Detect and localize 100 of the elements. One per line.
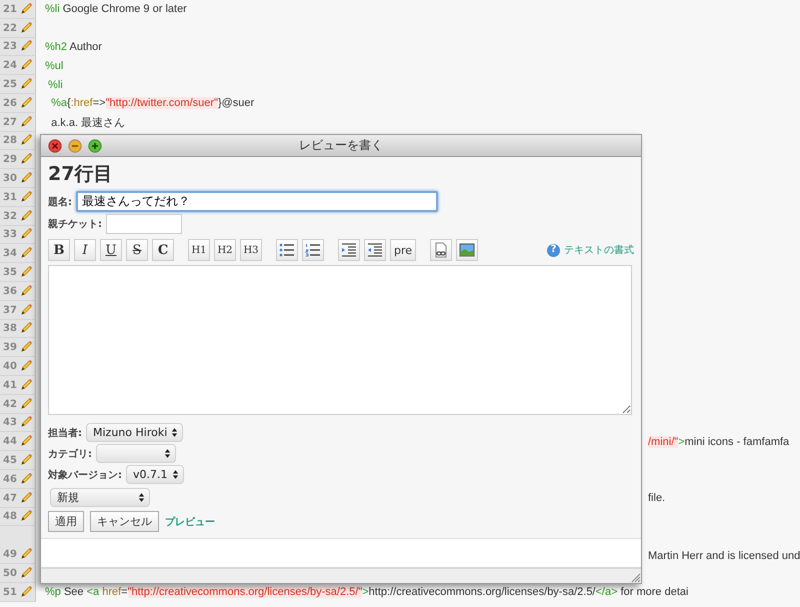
line-number: 50 [3,566,17,581]
dropdown[interactable]: Mizuno Hiroki [86,423,184,442]
line-number: 38 [3,322,17,336]
line-number: 32 [3,210,17,224]
line-number: 29 [3,153,17,168]
pencil-icon[interactable] [20,566,33,579]
pencil-icon[interactable] [20,208,33,222]
line-number: 36 [3,284,17,299]
dialog-heading: 27行目 [48,162,114,187]
apply-button[interactable]: 適用 [48,511,84,532]
field-label: 親チケット: [48,218,102,231]
pencil-icon[interactable] [20,321,33,334]
line-number: 35 [3,266,17,280]
line-number: 48 [3,510,17,524]
link-icon [433,242,449,258]
pre-button[interactable]: pre [390,239,416,261]
resize-grip-icon[interactable] [631,573,641,583]
pencil-icon[interactable] [20,227,33,240]
line-number: 25 [3,78,17,92]
line-number: 46 [3,472,17,487]
code-line: /mini/">mini icons - famfamfa [648,436,790,448]
format-button[interactable]: U [100,239,122,261]
field-label: 担当者: [48,426,82,440]
line-number: 22 [3,22,17,36]
line-number: 21 [3,2,17,17]
line-number: 31 [3,190,17,205]
code-line: %p See <a href="http://creativecommons.org/licenses/by-sa/2.5/">http://creativecommons.org/licenses/by-sa/2.5/</a> for more detai [45,586,688,598]
code-line: %ul [45,60,64,72]
dropdown[interactable]: v0.7.1 [126,465,184,484]
outdent-button[interactable] [364,239,386,261]
window-title: レビューを書く [299,137,383,154]
pencil-icon[interactable] [20,20,33,34]
pencil-icon[interactable] [20,114,33,128]
format-button[interactable]: C [152,239,174,261]
updown-arrows-icon [172,469,178,480]
bullet-list-icon [279,243,295,257]
line-number: 37 [3,304,17,318]
line-number: 28 [3,134,17,148]
pencil-icon[interactable] [20,358,33,372]
numbered-list-button[interactable] [302,239,324,261]
minimize-icon[interactable] [68,138,82,152]
updown-arrows-icon [171,427,178,438]
pencil-icon[interactable] [20,76,33,90]
pencil-icon[interactable] [20,170,33,184]
cancel-button[interactable]: キャンセル [90,511,159,532]
pencil-icon[interactable] [20,2,33,15]
pencil-icon[interactable] [20,39,33,52]
line-number: 34 [3,247,17,262]
outdent-icon [367,243,383,257]
pencil-icon[interactable] [20,58,33,72]
heading-button[interactable]: H2 [214,239,236,261]
updown-arrows-icon [138,492,145,503]
pencil-icon[interactable] [20,434,33,448]
pencil-icon[interactable] [20,340,33,354]
heading-button[interactable]: H1 [188,239,210,261]
code-line: file. [648,492,666,504]
status-dropdown[interactable]: 新規 [50,488,150,507]
pencil-icon[interactable] [20,133,33,146]
line-number: 27 [3,116,17,130]
bullet-list-button[interactable] [276,239,298,261]
line-number: 42 [3,398,17,412]
pencil-icon[interactable] [20,415,33,428]
line-number: 49 [3,548,17,562]
pencil-icon[interactable] [20,396,33,410]
subject-field[interactable]: 最速さんってだれ？ [76,191,438,212]
numbered-list-icon [305,243,321,257]
pencil-icon[interactable] [20,284,33,297]
pencil-icon[interactable] [20,584,33,598]
pencil-icon[interactable] [20,264,33,278]
line-number: 23 [3,40,17,54]
line-number: 47 [3,492,17,506]
pencil-icon[interactable] [20,490,33,504]
format-button[interactable]: I [74,239,96,261]
image-button[interactable] [456,239,478,261]
line-number: 30 [3,172,17,186]
pencil-icon[interactable] [20,509,33,522]
line-number: 45 [3,454,17,468]
zoom-icon[interactable] [88,138,102,152]
pencil-icon[interactable] [20,546,33,560]
updown-arrows-icon [164,448,171,459]
pencil-icon[interactable] [20,152,33,166]
code-line: %li [47,78,63,91]
pencil-icon[interactable] [20,246,33,260]
pencil-icon[interactable] [20,190,33,203]
code-line: %h2 Author [45,40,102,53]
pencil-icon[interactable] [20,378,33,391]
code-line: %a{:href=>"http://twitter.com/suer"}@suer [50,97,254,110]
format-button[interactable]: S [126,239,148,261]
format-button[interactable]: B [48,239,70,261]
heading-button[interactable]: H3 [240,239,262,261]
pencil-icon[interactable] [20,472,33,485]
parent-ticket-field[interactable] [106,214,182,234]
pencil-icon[interactable] [20,302,33,316]
line-number: 40 [3,360,17,374]
link-button[interactable] [430,239,452,261]
close-icon[interactable] [48,138,62,152]
indent-button[interactable] [338,239,360,261]
pencil-icon[interactable] [20,96,33,109]
pencil-icon[interactable] [20,452,33,466]
line-number: 41 [3,378,17,393]
